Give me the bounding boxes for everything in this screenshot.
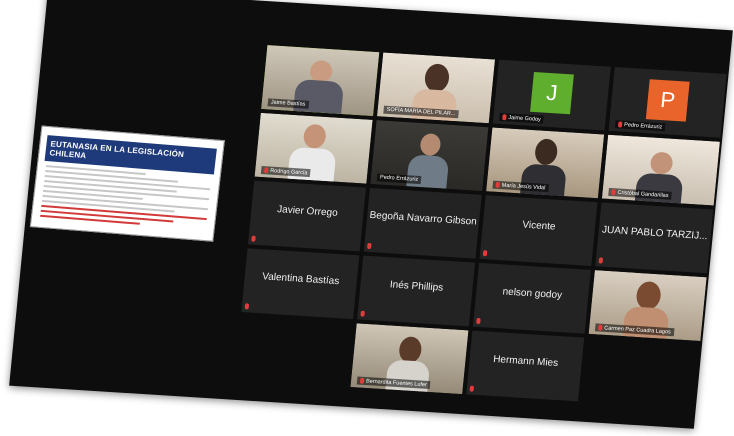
participant-tile[interactable]: Valentina Bastías bbox=[241, 248, 360, 320]
participant-name: Pedro Errázuriz bbox=[614, 119, 666, 132]
participant-tile[interactable]: Carmen Paz Cuadra Lagos bbox=[588, 270, 707, 341]
muted-mic-icon bbox=[263, 166, 269, 174]
participant-tile[interactable]: Rodrigo García bbox=[254, 112, 373, 184]
participant-tile[interactable]: Inés Phillips bbox=[357, 255, 476, 327]
muted-mic-icon bbox=[598, 324, 603, 331]
participant-tile[interactable]: JUAN PABLO TARZIJ... bbox=[595, 202, 714, 274]
empty-cell bbox=[235, 316, 353, 387]
shared-slide: EUTANASIA EN LA LEGISLACIÓN CHILENA bbox=[29, 125, 225, 242]
participant-name: Valentina Bastías bbox=[261, 271, 340, 288]
participant-tile[interactable]: nelson godoy bbox=[472, 262, 591, 334]
muted-mic-icon bbox=[469, 385, 475, 392]
participant-tile[interactable]: Vicente bbox=[479, 195, 598, 266]
muted-mic-icon bbox=[611, 188, 616, 195]
participant-tile[interactable]: Begoña Navarro Gibson bbox=[363, 187, 482, 259]
slide-body bbox=[40, 165, 211, 230]
participant-tile[interactable]: Jaime Bastías bbox=[261, 45, 380, 116]
muted-mic-icon bbox=[359, 377, 365, 384]
participant-tile[interactable]: J Jaime Godoy bbox=[492, 59, 611, 131]
participant-tile[interactable]: SOFÍA MARÍA DEL PILAR... bbox=[376, 52, 496, 124]
participant-grid: Jaime Bastías SOFÍA MARÍA DEL PILAR... J… bbox=[235, 45, 731, 409]
participant-tile[interactable]: Hermann Mies bbox=[466, 330, 585, 402]
muted-mic-icon bbox=[251, 235, 256, 242]
participant-name: Vicente bbox=[521, 219, 557, 233]
participant-name: Inés Phillips bbox=[389, 279, 444, 294]
participant-tile[interactable]: P Pedro Errázuriz bbox=[608, 67, 727, 138]
participant-name: Hermann Mies bbox=[492, 353, 559, 370]
participant-name: Javier Orrego bbox=[276, 204, 339, 219]
participant-tile[interactable]: Pedro Errázuriz bbox=[370, 120, 489, 191]
muted-mic-icon bbox=[476, 317, 481, 325]
participant-name: JUAN PABLO TARZIJ... bbox=[601, 224, 708, 243]
participant-name: Jaime Godoy bbox=[499, 112, 545, 124]
muted-mic-icon bbox=[244, 303, 250, 310]
muted-mic-icon bbox=[502, 113, 507, 120]
monitor-screen: EUTANASIA EN LA LEGISLACIÓN CHILENA Jaim… bbox=[9, 0, 733, 429]
empty-cell bbox=[582, 338, 700, 409]
muted-mic-icon bbox=[360, 310, 365, 317]
muted-mic-icon bbox=[366, 242, 372, 250]
participant-name: nelson godoy bbox=[502, 286, 563, 302]
participant-tile[interactable]: María Jesús Vidal bbox=[486, 127, 605, 199]
avatar: P bbox=[645, 79, 690, 122]
muted-mic-icon bbox=[482, 250, 488, 257]
participant-tile[interactable]: Bernardita Fuentes Lufer bbox=[350, 323, 469, 395]
muted-mic-icon bbox=[598, 257, 604, 264]
muted-mic-icon bbox=[617, 120, 623, 128]
muted-mic-icon bbox=[495, 181, 501, 188]
avatar: J bbox=[530, 71, 574, 115]
participant-tile[interactable]: Javier Orrego bbox=[247, 180, 366, 252]
participant-tile[interactable]: Cristóbal Gandarillas bbox=[601, 134, 720, 206]
participant-name: Begoña Navarro Gibson bbox=[369, 209, 478, 228]
